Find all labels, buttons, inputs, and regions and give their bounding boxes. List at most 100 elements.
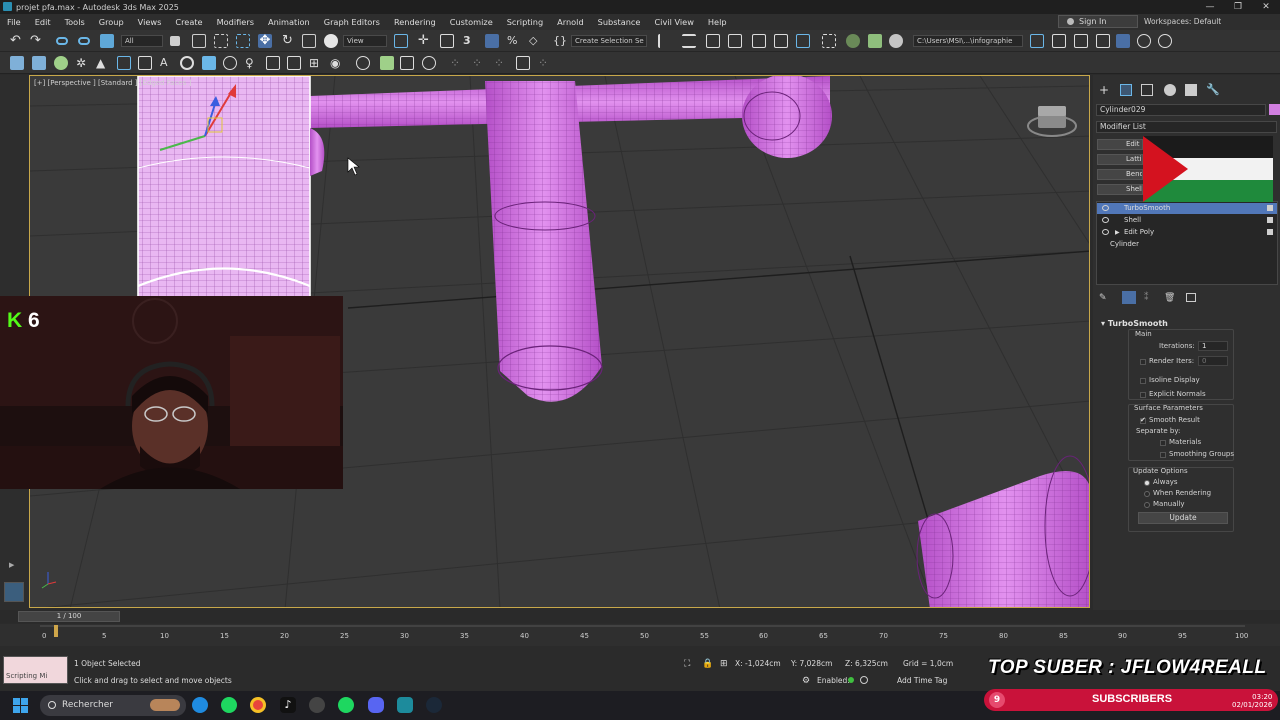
tree-icon[interactable] — [380, 56, 394, 70]
redo-icon[interactable]: ↷ — [30, 34, 44, 48]
show-end-result-icon[interactable] — [1122, 291, 1136, 304]
expand-arrow-icon[interactable]: ▶ — [1115, 227, 1120, 238]
play-small-icon[interactable]: ▶ — [9, 561, 17, 569]
named-selection-dropdown[interactable]: Create Selection Se — [571, 35, 647, 47]
stack-item-shell[interactable]: Shell — [1097, 215, 1277, 226]
time-slider[interactable]: 1 / 100 — [18, 611, 120, 622]
text-icon[interactable]: A — [160, 56, 174, 70]
configure-modifier-sets-icon[interactable] — [1186, 293, 1196, 302]
menu-rendering[interactable]: Rendering — [387, 17, 443, 27]
utilities-tab-icon[interactable]: 🔧 — [1206, 84, 1220, 96]
eye-icon[interactable] — [1102, 217, 1109, 223]
steam-icon[interactable] — [426, 697, 442, 713]
menu-graph-editors[interactable]: Graph Editors — [317, 17, 387, 27]
select-object-icon[interactable] — [170, 36, 180, 46]
smooth-result-checkbox[interactable] — [1140, 416, 1146, 424]
box-icon[interactable] — [202, 56, 216, 70]
schematic-view-icon[interactable] — [796, 34, 810, 48]
teapot-icon[interactable] — [180, 56, 194, 70]
spinner-snap-icon[interactable]: ◇ — [529, 34, 543, 48]
track-view-icon[interactable] — [138, 56, 152, 70]
menu-file[interactable]: File — [0, 17, 28, 27]
iterations-spinner[interactable]: 1 — [1198, 341, 1228, 351]
search-highlight-icon[interactable] — [150, 699, 180, 711]
cone-icon[interactable]: ▲ — [96, 56, 110, 70]
select-and-rotate-icon[interactable]: ↻ — [282, 34, 296, 48]
make-unique-icon[interactable]: ⁑ — [1144, 293, 1149, 303]
turbosmooth-rollout-title[interactable]: ▾ TurboSmooth — [1101, 319, 1168, 328]
help-search-icon[interactable] — [1137, 34, 1151, 48]
menu-arnold[interactable]: Arnold — [550, 17, 591, 27]
workspaces-dropdown[interactable]: Workspaces: Default — [1144, 17, 1221, 26]
edit-named-sets-icon[interactable]: {} — [553, 34, 567, 48]
object-color-swatch[interactable] — [1269, 104, 1280, 115]
help-icon[interactable] — [356, 56, 370, 70]
place-icon[interactable] — [324, 34, 338, 48]
helper-icon[interactable] — [287, 56, 301, 70]
toggle-box-icon[interactable] — [1267, 217, 1273, 223]
menu-civil-view[interactable]: Civil View — [647, 17, 700, 27]
spacing-tool-icon[interactable]: ⁘ — [472, 56, 486, 70]
menu-customize[interactable]: Customize — [443, 17, 500, 27]
enabled-indicator[interactable] — [848, 677, 854, 683]
align-icon[interactable] — [682, 34, 696, 48]
select-manipulate-icon[interactable]: ✛ — [418, 34, 432, 48]
camera-icon[interactable] — [266, 56, 280, 70]
selected-cylinder[interactable] — [137, 76, 325, 299]
bind-spacewarp-icon[interactable] — [100, 34, 114, 48]
sun-icon[interactable]: ✲ — [76, 56, 90, 70]
layer-explorer-icon[interactable] — [728, 34, 742, 48]
bulb-icon[interactable]: ♀ — [245, 56, 259, 70]
array-tool-icon[interactable]: ⁘ — [494, 56, 508, 70]
toggle-box-icon[interactable] — [1267, 229, 1273, 235]
eye-icon[interactable] — [1102, 229, 1109, 235]
toggle-scene-explorer-icon[interactable] — [706, 34, 720, 48]
update-button[interactable]: Update — [1138, 512, 1228, 524]
modifier-button-lattice[interactable]: Lattice — [1097, 154, 1143, 165]
object-name-field[interactable]: Cylinder029 — [1096, 104, 1266, 116]
question-icon[interactable] — [422, 56, 436, 70]
pivot-center-icon[interactable] — [394, 34, 408, 48]
when-rendering-radio[interactable] — [1144, 491, 1150, 497]
current-frame-marker[interactable] — [54, 625, 58, 637]
motion-tab-icon[interactable] — [1164, 84, 1176, 96]
x-coordinate[interactable]: X: -1,024cm — [735, 659, 781, 668]
3dsmax-taskbar-icon[interactable] — [397, 697, 413, 713]
eye-icon[interactable] — [1102, 205, 1109, 211]
select-by-name-icon[interactable] — [192, 34, 206, 48]
rectangular-selection-icon[interactable] — [214, 34, 228, 48]
render-iters-checkbox[interactable] — [1140, 359, 1146, 365]
stack-item-edit-poly[interactable]: ▶ Edit Poly — [1097, 227, 1277, 238]
spotify-icon[interactable] — [221, 697, 237, 713]
undo-icon[interactable]: ↶ — [10, 34, 24, 48]
menu-views[interactable]: Views — [131, 17, 169, 27]
render-production-icon[interactable] — [889, 34, 903, 48]
pipe-vertical-center[interactable] — [485, 81, 603, 402]
save-file-icon[interactable] — [1074, 34, 1088, 48]
sync-icon[interactable] — [1158, 34, 1172, 48]
align-tool-icon[interactable]: ⁘ — [450, 56, 464, 70]
snapshot-icon[interactable] — [117, 56, 131, 70]
menu-substance[interactable]: Substance — [591, 17, 648, 27]
link-icon[interactable] — [56, 37, 68, 45]
close-button[interactable]: ✕ — [1252, 0, 1280, 14]
discord-icon[interactable] — [368, 697, 384, 713]
maxscript-listener[interactable]: Scripting Mi — [3, 656, 68, 684]
materials-checkbox[interactable] — [1160, 440, 1166, 446]
angle-snap-icon[interactable] — [485, 34, 499, 48]
menu-modifiers[interactable]: Modifiers — [210, 17, 261, 27]
menu-tools[interactable]: Tools — [58, 17, 92, 27]
pipe-elbow-top-right[interactable] — [742, 76, 832, 158]
minimize-button[interactable]: — — [1196, 0, 1224, 14]
transform-gizmo-icon[interactable] — [32, 56, 46, 70]
keyboard-shortcut-icon[interactable] — [440, 34, 454, 48]
absolute-mode-icon[interactable]: ⊞ — [720, 659, 728, 669]
mirror-icon[interactable] — [658, 34, 672, 48]
pin-stack-icon[interactable]: ✎ — [1099, 293, 1107, 303]
isoline-display-checkbox[interactable] — [1140, 378, 1146, 384]
viewcube[interactable] — [1027, 106, 1077, 137]
modifier-list-dropdown[interactable]: Modifier List — [1096, 121, 1277, 133]
smoothing-groups-checkbox[interactable] — [1160, 452, 1166, 458]
lock-icon[interactable]: 🔒 — [702, 659, 713, 669]
menu-edit[interactable]: Edit — [28, 17, 58, 27]
